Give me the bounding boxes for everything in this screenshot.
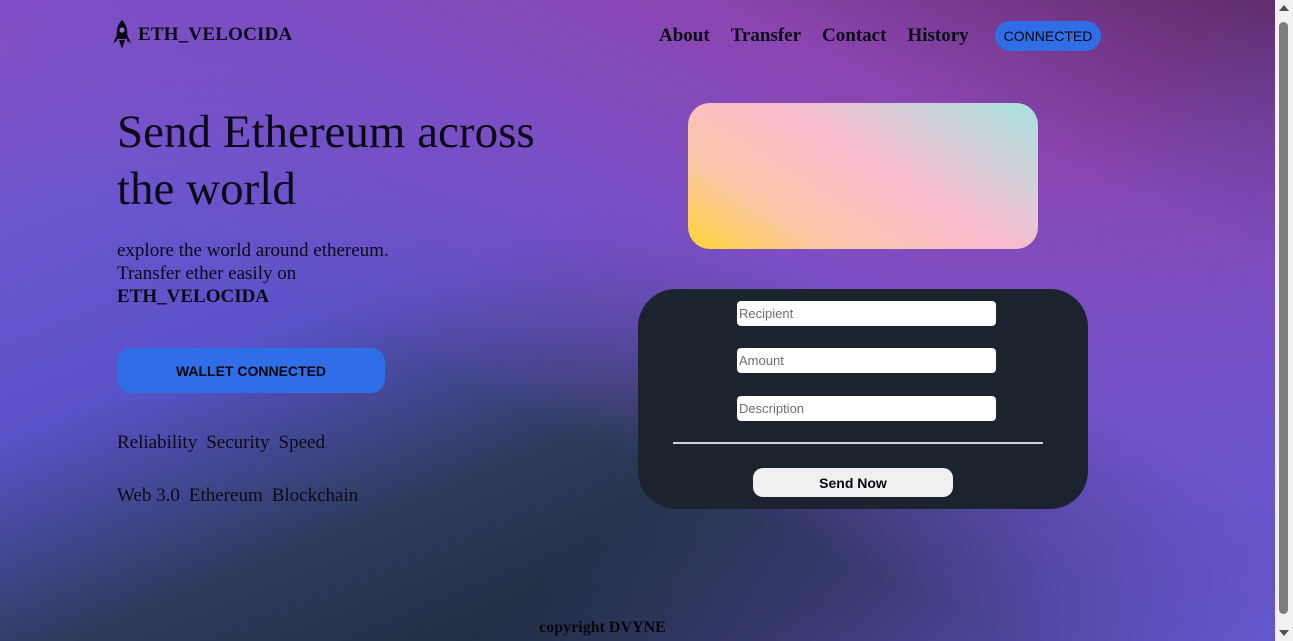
description-input[interactable] xyxy=(737,396,996,421)
scroll-up-icon[interactable] xyxy=(1279,5,1289,11)
feature-web3: Web 3.0 xyxy=(117,485,180,506)
nav-transfer[interactable]: Transfer xyxy=(731,21,801,51)
ethereum-card xyxy=(688,103,1038,249)
hero-subtitle-brand: ETH_VELOCIDA xyxy=(117,286,270,307)
send-now-button[interactable]: Send Now xyxy=(753,468,953,497)
footer-copyright: copyright DVYNE xyxy=(539,619,666,636)
features-row-1: Reliability Security Speed xyxy=(117,432,334,454)
feature-reliability: Reliability xyxy=(117,432,198,453)
connection-status-badge[interactable]: CONNECTED xyxy=(994,21,1102,51)
nav-history[interactable]: History xyxy=(907,21,968,51)
scroll-down-icon[interactable] xyxy=(1279,630,1289,636)
hero-title: Send Ethereum across the world xyxy=(117,106,535,215)
scrollbar-thumb[interactable] xyxy=(1279,22,1288,614)
feature-ethereum: Ethereum xyxy=(188,485,263,506)
top-nav: About Transfer Contact History CONNECTED xyxy=(659,21,1102,51)
recipient-input[interactable] xyxy=(737,301,996,326)
page: ETH_VELOCIDA About Transfer Contact Hist… xyxy=(0,0,1275,641)
nav-about[interactable]: About xyxy=(659,21,710,51)
rocket-icon xyxy=(113,20,131,49)
brand-name: ETH_VELOCIDA xyxy=(138,24,293,45)
hero-subtitle-text: explore the world around ethereum. Trans… xyxy=(117,240,389,284)
features-row-2: Web 3.0 Ethereum Blockchain xyxy=(117,485,367,507)
hero-subtitle: explore the world around ethereum. Trans… xyxy=(117,239,437,308)
vertical-scrollbar[interactable] xyxy=(1275,0,1293,641)
transfer-form: Send Now xyxy=(638,289,1088,509)
feature-security: Security xyxy=(206,432,270,453)
brand-logo[interactable]: ETH_VELOCIDA xyxy=(108,18,292,52)
form-divider xyxy=(673,442,1043,444)
amount-input[interactable] xyxy=(737,348,996,373)
feature-speed: Speed xyxy=(278,432,325,453)
feature-blockchain: Blockchain xyxy=(271,485,359,506)
wallet-connected-button[interactable]: WALLET CONNECTED xyxy=(117,348,385,393)
nav-contact[interactable]: Contact xyxy=(822,21,886,51)
